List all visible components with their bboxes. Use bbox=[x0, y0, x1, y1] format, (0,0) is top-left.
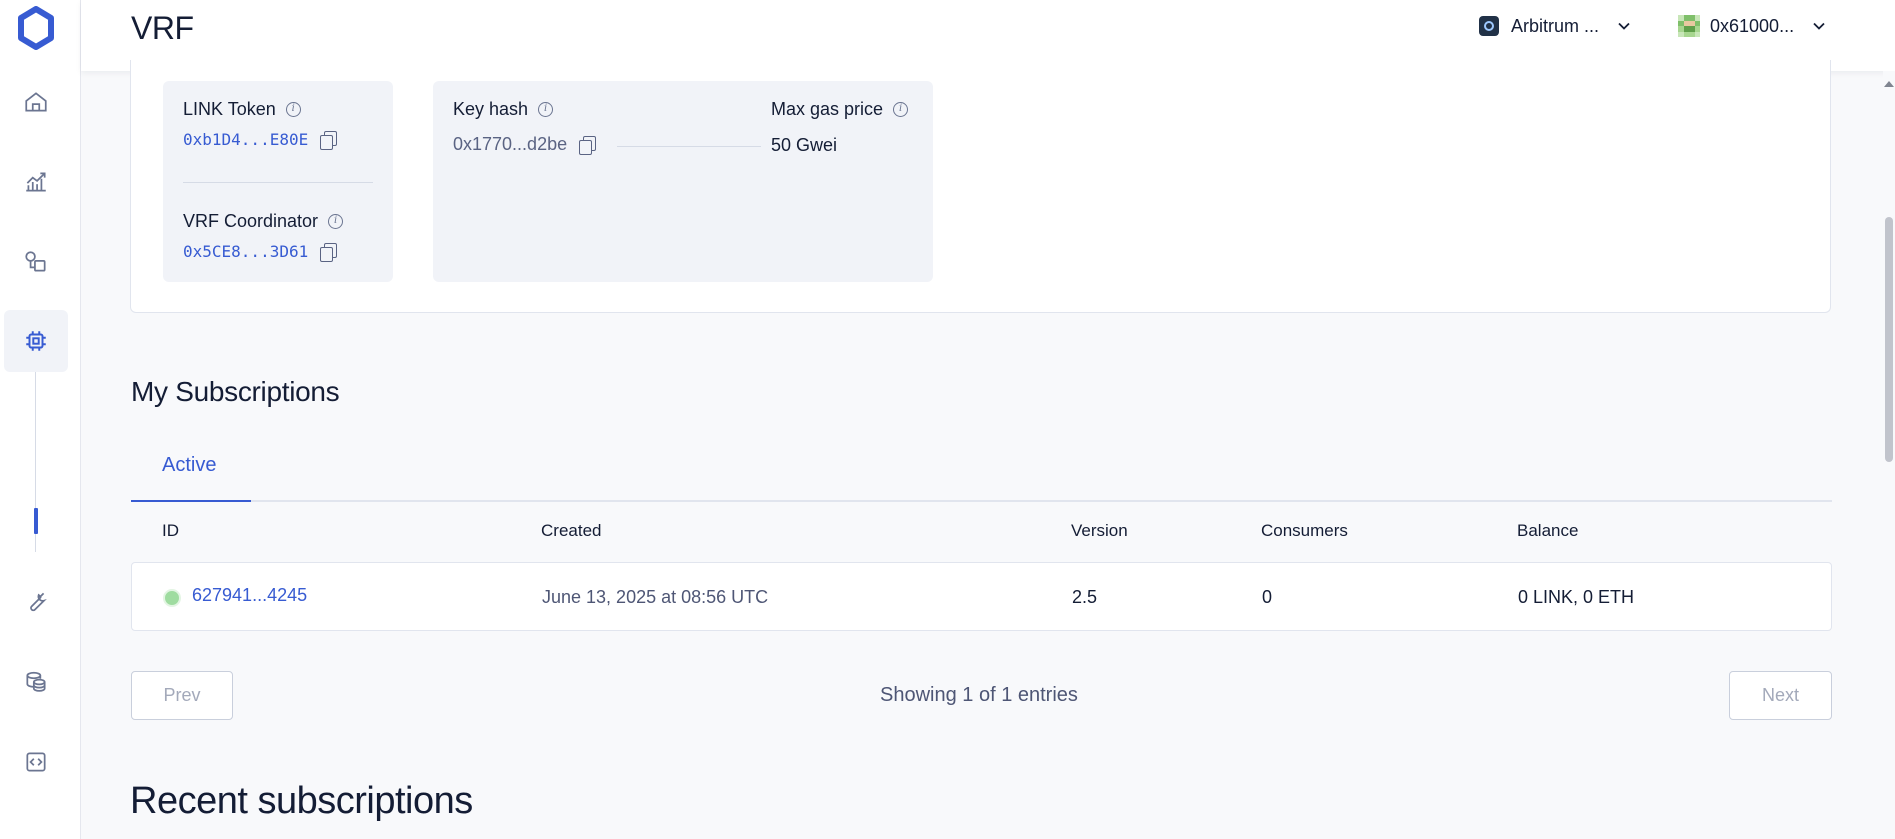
contracts-panel: LINK Token i 0xb1D4...E80E VRF Coordinat… bbox=[163, 81, 393, 282]
link-token-address-text[interactable]: 0xb1D4...E80E bbox=[183, 130, 308, 149]
page-scrollbar[interactable] bbox=[1883, 71, 1895, 839]
link-token-label: LINK Token i bbox=[183, 99, 301, 120]
network-selector[interactable]: Arbitrum ... bbox=[1479, 14, 1631, 38]
recent-subscriptions-title: Recent subscriptions bbox=[130, 780, 473, 822]
key-hash-label-text: Key hash bbox=[453, 99, 529, 119]
link-token-label-text: LINK Token bbox=[183, 99, 276, 119]
network-name: Arbitrum ... bbox=[1511, 15, 1600, 36]
prev-button[interactable]: Prev bbox=[131, 671, 233, 720]
max-gas-label-text: Max gas price bbox=[771, 99, 884, 119]
info-icon[interactable]: i bbox=[328, 214, 344, 229]
next-button[interactable]: Next bbox=[1729, 671, 1832, 720]
wallet-selector[interactable]: 0x61000... bbox=[1678, 14, 1826, 38]
chevron-down-icon bbox=[1618, 22, 1630, 30]
analytics-icon[interactable] bbox=[20, 166, 52, 198]
table-row[interactable]: 627941...4245 June 13, 2025 at 08:56 UTC… bbox=[131, 562, 1832, 631]
subscriptions-title: My Subscriptions bbox=[131, 376, 340, 407]
wallet-avatar bbox=[1678, 15, 1700, 37]
nav-sub-active-marker bbox=[34, 508, 38, 534]
coordinator-address-text[interactable]: 0x5CE8...3D61 bbox=[183, 242, 308, 261]
vrf-details-card: LINK Token i 0xb1D4...E80E VRF Coordinat… bbox=[130, 60, 1831, 313]
info-icon[interactable]: i bbox=[893, 102, 909, 117]
column-header-balance: Balance bbox=[1517, 521, 1579, 540]
coordinator-address[interactable]: 0x5CE8...3D61 bbox=[183, 242, 338, 262]
gas-lane-panel: Key hash i 0x1770...d2be Max gas price i… bbox=[433, 81, 933, 282]
pagination-info: Showing 1 of 1 entries bbox=[880, 684, 1078, 706]
key-hash-value[interactable]: 0x1770...d2be bbox=[453, 134, 597, 155]
chainlink-logo[interactable] bbox=[17, 6, 55, 50]
shapes-icon[interactable] bbox=[20, 246, 52, 278]
copy-icon[interactable] bbox=[320, 130, 338, 150]
active-status-dot bbox=[163, 589, 181, 607]
wrench-icon[interactable] bbox=[20, 586, 52, 618]
info-icon[interactable]: i bbox=[538, 102, 554, 117]
subscription-id-link[interactable]: 627941...4245 bbox=[192, 585, 307, 606]
chevron-down-icon bbox=[1813, 22, 1825, 30]
info-icon[interactable]: i bbox=[285, 102, 301, 117]
coordinator-label: VRF Coordinator i bbox=[183, 211, 344, 232]
page-title: VRF bbox=[131, 10, 194, 46]
column-header-consumers: Consumers bbox=[1261, 521, 1348, 540]
code-icon[interactable] bbox=[20, 746, 52, 778]
scroll-up-arrow-icon[interactable] bbox=[1884, 81, 1894, 87]
key-hash-label: Key hash i bbox=[453, 99, 554, 120]
link-token-address[interactable]: 0xb1D4...E80E bbox=[183, 130, 338, 150]
column-header-created: Created bbox=[541, 521, 602, 540]
subscription-balance: 0 LINK, 0 ETH bbox=[1518, 587, 1635, 607]
coordinator-label-text: VRF Coordinator bbox=[183, 211, 319, 231]
home-icon[interactable] bbox=[20, 86, 52, 118]
max-gas-value: 50 Gwei bbox=[771, 135, 838, 155]
subscription-consumers: 0 bbox=[1262, 587, 1273, 607]
connector-line bbox=[617, 146, 761, 147]
sidebar bbox=[0, 0, 81, 839]
column-header-version: Version bbox=[1071, 521, 1128, 540]
copy-icon[interactable] bbox=[320, 242, 338, 262]
subscription-version: 2.5 bbox=[1072, 587, 1098, 607]
coins-icon[interactable] bbox=[20, 666, 52, 698]
divider bbox=[183, 182, 373, 183]
wallet-address: 0x61000... bbox=[1710, 15, 1795, 36]
column-header-id: ID bbox=[162, 521, 179, 540]
key-hash-value-text: 0x1770...d2be bbox=[453, 134, 568, 154]
arbitrum-icon bbox=[1479, 16, 1499, 36]
scroll-thumb[interactable] bbox=[1885, 217, 1893, 462]
tab-active[interactable]: Active bbox=[131, 440, 251, 502]
max-gas-label: Max gas price i bbox=[771, 99, 909, 120]
chip-icon[interactable] bbox=[20, 325, 52, 357]
subscription-created: June 13, 2025 at 08:56 UTC bbox=[542, 587, 769, 607]
subscription-tabs: Active bbox=[131, 440, 1832, 502]
copy-icon[interactable] bbox=[579, 135, 597, 155]
